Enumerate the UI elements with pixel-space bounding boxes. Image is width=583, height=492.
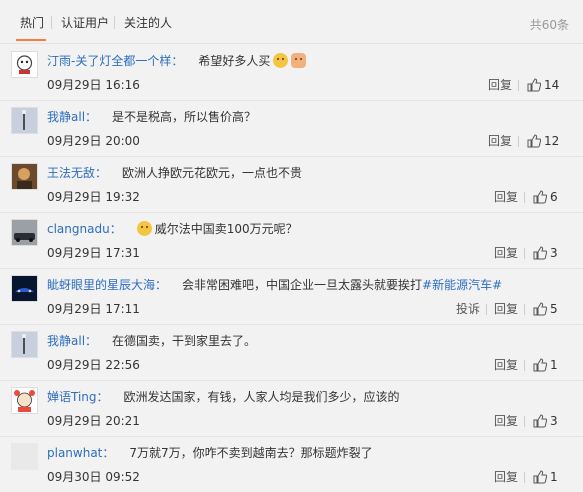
like-button[interactable]: 3: [533, 412, 558, 430]
like-count: 3: [550, 246, 558, 260]
comment-count: 共60条: [529, 18, 569, 32]
tab-following[interactable]: 关注的人: [124, 14, 172, 32]
comment-date: 09月29日 17:11: [47, 302, 140, 316]
comment-item: clangnadu： 威尔法中国卖100万元呢？ 09月29日 17:31 回复 …: [0, 212, 583, 269]
avatar[interactable]: [11, 275, 38, 302]
tab-divider: [51, 16, 52, 29]
thumbs-up-icon: [533, 358, 548, 372]
thumbs-up-icon: [533, 246, 548, 260]
comment-username[interactable]: clangnadu：: [47, 222, 122, 236]
thumbs-up-icon: [533, 190, 548, 204]
comment-text: 威尔法中国卖100万元呢？: [154, 222, 298, 236]
comment-item: planwhat： 7万就7万，你咋不卖到越南去？那标题炸裂了 09月30日 09…: [0, 436, 583, 492]
action-divider: [518, 136, 519, 147]
comment-date: 09月29日 17:31: [47, 246, 140, 260]
comment-panel: 热门 认证用户 关注的人 共60条 汀雨-关了灯全都一个样： 希望好多人买 09月…: [0, 0, 583, 488]
emoji-cat-icon: [291, 53, 307, 68]
like-count: 14: [544, 78, 560, 92]
thumbs-up-icon: [533, 470, 548, 484]
comment-username[interactable]: 婵语Ting：: [47, 390, 109, 404]
emoji-smile-icon: [273, 53, 289, 68]
like-count: 1: [550, 358, 558, 372]
reply-button[interactable]: 回复: [488, 77, 512, 93]
avatar[interactable]: [11, 51, 38, 78]
action-divider: [524, 248, 525, 259]
tab-hot[interactable]: 热门: [20, 14, 44, 32]
like-button[interactable]: 1: [533, 468, 558, 486]
like-button[interactable]: 6: [533, 188, 558, 206]
comment-tabs: 热门 认证用户 关注的人 共60条: [0, 0, 583, 44]
action-divider: [524, 304, 525, 315]
like-button[interactable]: 12: [527, 132, 559, 150]
comment-item: 我静all： 在德国卖，干到家里去了。 09月29日 22:56 回复 1: [0, 324, 583, 381]
report-button[interactable]: 投诉: [456, 301, 480, 317]
action-divider: [524, 192, 525, 203]
comment-text: 会非常困难吧，中国企业一旦太露头就要挨打: [182, 278, 423, 292]
like-count: 5: [550, 302, 558, 316]
like-button[interactable]: 3: [533, 244, 558, 262]
action-divider: [518, 80, 519, 91]
comment-date: 09月29日 22:56: [47, 358, 140, 372]
topic-hashtag-link[interactable]: #新能源汽车#: [422, 278, 502, 292]
avatar[interactable]: [11, 163, 38, 190]
comment-text: 在德国卖，干到家里去了。: [112, 334, 257, 348]
like-count: 1: [550, 470, 558, 484]
reply-button[interactable]: 回复: [494, 469, 518, 485]
action-divider: [486, 304, 487, 315]
like-count: 12: [544, 134, 560, 148]
comment-date: 09月29日 20:21: [47, 414, 140, 428]
action-divider: [524, 472, 525, 483]
comment-username[interactable]: 我静all：: [47, 110, 97, 124]
avatar[interactable]: [11, 331, 38, 358]
comment-text: 7万就7万，你咋不卖到越南去？那标题炸裂了: [129, 446, 373, 460]
comment-item: 眦蚜眼里的星辰大海： 会非常困难吧，中国企业一旦太露头就要挨打#新能源汽车# 09…: [0, 268, 583, 325]
reply-button[interactable]: 回复: [488, 133, 512, 149]
tab-verified-users[interactable]: 认证用户: [61, 14, 109, 32]
like-button[interactable]: 1: [533, 356, 558, 374]
like-count: 3: [550, 414, 558, 428]
comment-username[interactable]: 汀雨-关了灯全都一个样：: [47, 54, 183, 68]
active-tab-indicator: [16, 39, 46, 41]
action-divider: [524, 360, 525, 371]
avatar[interactable]: [11, 387, 38, 414]
comment-username[interactable]: 我静all：: [47, 334, 97, 348]
comment-date: 09月29日 16:16: [47, 78, 140, 92]
thumbs-up-icon: [533, 414, 548, 428]
like-count: 6: [550, 190, 558, 204]
comment-date: 09月30日 09:52: [47, 470, 140, 484]
avatar[interactable]: [11, 443, 38, 470]
comment-item: 汀雨-关了灯全都一个样： 希望好多人买 09月29日 16:16 回复 14: [0, 44, 583, 101]
comment-item: 婵语Ting： 欧洲发达国家，有钱，人家人均是我们多少，应该的 09月29日 20…: [0, 380, 583, 437]
comment-username[interactable]: planwhat：: [47, 446, 114, 460]
comment-text: 希望好多人买: [198, 54, 271, 68]
avatar[interactable]: [11, 107, 38, 134]
emoji-doge-icon: [136, 221, 152, 236]
comment-text: 是不是税高，所以售价高？: [112, 110, 257, 124]
comment-text: 欧洲发达国家，有钱，人家人均是我们多少，应该的: [123, 390, 400, 404]
comment-item: 王法无敌： 欧洲人挣欧元花欧元，一点也不贵 09月29日 19:32 回复 6: [0, 156, 583, 213]
reply-button[interactable]: 回复: [494, 357, 518, 373]
comment-date: 09月29日 20:00: [47, 134, 140, 148]
reply-button[interactable]: 回复: [494, 301, 518, 317]
like-button[interactable]: 5: [533, 300, 558, 318]
action-divider: [524, 416, 525, 427]
thumbs-up-icon: [527, 78, 542, 92]
thumbs-up-icon: [527, 134, 542, 148]
reply-button[interactable]: 回复: [494, 189, 518, 205]
comment-text: 欧洲人挣欧元花欧元，一点也不贵: [122, 166, 303, 180]
reply-button[interactable]: 回复: [494, 245, 518, 261]
reply-button[interactable]: 回复: [494, 413, 518, 429]
comment-username[interactable]: 王法无敌：: [47, 166, 107, 180]
comment-item: 我静all： 是不是税高，所以售价高？ 09月29日 20:00 回复 12: [0, 100, 583, 157]
like-button[interactable]: 14: [527, 76, 559, 94]
comment-username[interactable]: 眦蚜眼里的星辰大海：: [47, 278, 167, 292]
tab-divider: [114, 16, 115, 29]
comment-date: 09月29日 19:32: [47, 190, 140, 204]
avatar[interactable]: [11, 219, 38, 246]
thumbs-up-icon: [533, 302, 548, 316]
